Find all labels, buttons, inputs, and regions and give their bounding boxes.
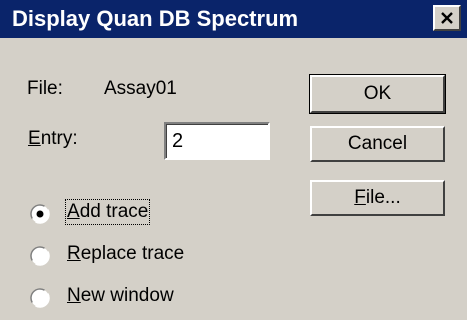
cancel-button[interactable]: Cancel: [310, 126, 445, 162]
radio-unselected-icon[interactable]: [30, 288, 50, 308]
file-browse-button[interactable]: File...: [310, 180, 445, 216]
file-button-rest: ile...: [365, 187, 401, 208]
replace-trace-rest: eplace trace: [80, 243, 185, 264]
file-button-mnemonic: F: [354, 187, 366, 208]
file-name-value: Assay01: [104, 78, 177, 99]
add-trace-label: Add trace: [64, 199, 151, 225]
replace-trace-label: Replace trace: [67, 243, 184, 265]
radio-new-window[interactable]: New window: [30, 284, 200, 312]
entry-input[interactable]: 2: [164, 122, 270, 160]
add-trace-rest: dd trace: [79, 201, 149, 222]
radio-replace-trace[interactable]: Replace trace: [30, 242, 210, 270]
radio-add-trace[interactable]: Add trace: [30, 199, 170, 228]
entry-label-rest: ntry:: [40, 128, 78, 149]
file-label: File:: [27, 78, 63, 99]
new-window-rest: ew window: [80, 285, 174, 306]
dialog-window: Display Quan DB Spectrum File: Assay01 E…: [0, 0, 467, 320]
window-title: Display Quan DB Spectrum: [12, 6, 299, 31]
entry-label-mnemonic: E: [28, 128, 41, 149]
entry-label: Entry:: [28, 128, 78, 150]
new-window-mnemonic: N: [67, 285, 81, 306]
close-icon: [441, 12, 453, 24]
title-bar[interactable]: Display Quan DB Spectrum: [0, 0, 467, 38]
add-trace-mnemonic: A: [67, 201, 80, 222]
radio-selected-icon[interactable]: [30, 204, 50, 224]
new-window-label: New window: [67, 285, 174, 307]
ok-button[interactable]: OK: [309, 74, 446, 114]
replace-trace-mnemonic: R: [67, 243, 81, 264]
close-button[interactable]: [433, 5, 461, 31]
radio-unselected-icon[interactable]: [30, 246, 50, 266]
